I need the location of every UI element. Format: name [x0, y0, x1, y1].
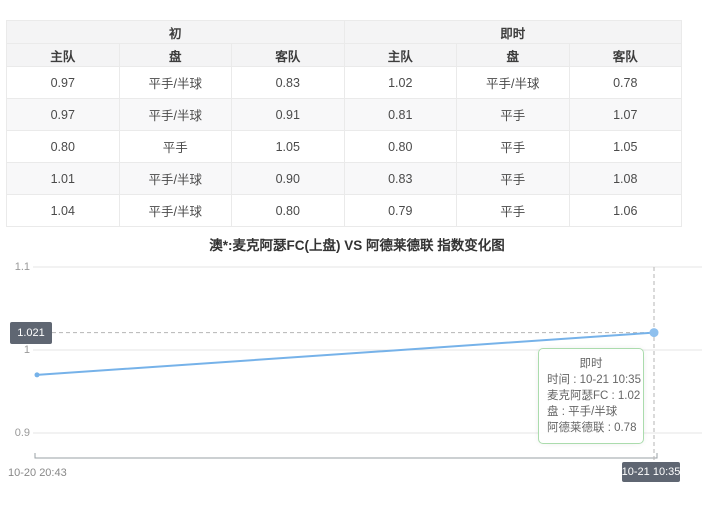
col-header-handicap-initial: 盘 — [119, 44, 232, 67]
odds-cell: 0.79 — [344, 195, 457, 227]
odds-cell: 平手 — [457, 163, 570, 195]
odds-cell: 平手 — [119, 131, 232, 163]
odds-cell: 0.83 — [232, 67, 345, 99]
tooltip-line: 阿德莱德联 : 0.78 — [547, 420, 635, 436]
x-axis-start-label: 10-20 20:43 — [8, 467, 67, 479]
odds-cell: 1.04 — [7, 195, 120, 227]
odds-cell: 1.01 — [7, 163, 120, 195]
table-row: 0.97平手/半球0.910.81平手1.07 — [7, 99, 682, 131]
group-header-live: 即时 — [344, 21, 682, 44]
group-header-initial: 初 — [7, 21, 345, 44]
col-header-away-initial: 客队 — [232, 44, 345, 67]
table-row: 0.80平手1.050.80平手1.05 — [7, 131, 682, 163]
table-row: 0.97平手/半球0.831.02平手/半球0.78 — [7, 67, 682, 99]
odds-cell: 1.06 — [569, 195, 682, 227]
odds-table-body: 0.97平手/半球0.831.02平手/半球0.780.97平手/半球0.910… — [7, 67, 682, 227]
chart-title: 澳*:麦克阿瑟FC(上盘) VS 阿德莱德联 指数变化图 — [0, 234, 714, 254]
y-tick-1.1: 1.1 — [0, 261, 30, 273]
odds-cell: 平手/半球 — [457, 67, 570, 99]
odds-cell: 平手/半球 — [119, 163, 232, 195]
odds-cell: 1.02 — [344, 67, 457, 99]
odds-cell: 平手/半球 — [119, 195, 232, 227]
odds-cell: 平手 — [457, 195, 570, 227]
col-header-home-initial: 主队 — [7, 44, 120, 67]
odds-table: 初 即时 主队 盘 客队 主队 盘 客队 0.97平手/半球0.831.02平手… — [6, 20, 682, 227]
tooltip-line: 麦克阿瑟FC : 1.02 — [547, 388, 635, 404]
current-time-badge: 10-21 10:35 — [622, 462, 680, 482]
odds-cell: 平手 — [457, 131, 570, 163]
col-header-away-live: 客队 — [569, 44, 682, 67]
odds-cell: 1.08 — [569, 163, 682, 195]
tooltip-line: 盘 : 平手/半球 — [547, 404, 635, 420]
odds-cell: 0.90 — [232, 163, 345, 195]
odds-cell: 0.81 — [344, 99, 457, 131]
end-point-dot[interactable] — [650, 328, 659, 337]
odds-cell: 平手 — [457, 99, 570, 131]
table-row: 1.01平手/半球0.900.83平手1.08 — [7, 163, 682, 195]
odds-cell: 平手/半球 — [119, 67, 232, 99]
col-header-handicap-live: 盘 — [457, 44, 570, 67]
odds-cell: 0.97 — [7, 99, 120, 131]
col-header-home-live: 主队 — [344, 44, 457, 67]
odds-cell: 0.78 — [569, 67, 682, 99]
odds-cell: 1.07 — [569, 99, 682, 131]
odds-cell: 0.80 — [344, 131, 457, 163]
odds-cell: 0.80 — [7, 131, 120, 163]
table-row: 1.04平手/半球0.800.79平手1.06 — [7, 195, 682, 227]
group-header-row: 初 即时 — [7, 21, 682, 44]
tooltip-title: 即时 — [547, 356, 635, 372]
tooltip-lines: 时间 : 10-21 10:35麦克阿瑟FC : 1.02盘 : 平手/半球阿德… — [547, 372, 635, 436]
odds-cell: 平手/半球 — [119, 99, 232, 131]
current-value-badge: 1.021 — [10, 322, 52, 344]
column-header-row: 主队 盘 客队 主队 盘 客队 — [7, 44, 682, 67]
odds-cell: 1.05 — [569, 131, 682, 163]
odds-cell: 0.91 — [232, 99, 345, 131]
chart-tooltip: 即时 时间 : 10-21 10:35麦克阿瑟FC : 1.02盘 : 平手/半… — [538, 348, 644, 444]
y-tick-1: 1 — [0, 344, 30, 356]
odds-cell: 0.80 — [232, 195, 345, 227]
odds-cell: 1.05 — [232, 131, 345, 163]
odds-cell: 0.97 — [7, 67, 120, 99]
odds-cell: 0.83 — [344, 163, 457, 195]
y-tick-0.9: 0.9 — [0, 427, 30, 439]
odds-table-head: 初 即时 主队 盘 客队 主队 盘 客队 — [7, 21, 682, 67]
x-axis-line — [35, 453, 657, 458]
tooltip-line: 时间 : 10-21 10:35 — [547, 372, 635, 388]
start-point-dot — [35, 372, 40, 377]
odds-page: 初 即时 主队 盘 客队 主队 盘 客队 0.97平手/半球0.831.02平手… — [0, 0, 714, 512]
